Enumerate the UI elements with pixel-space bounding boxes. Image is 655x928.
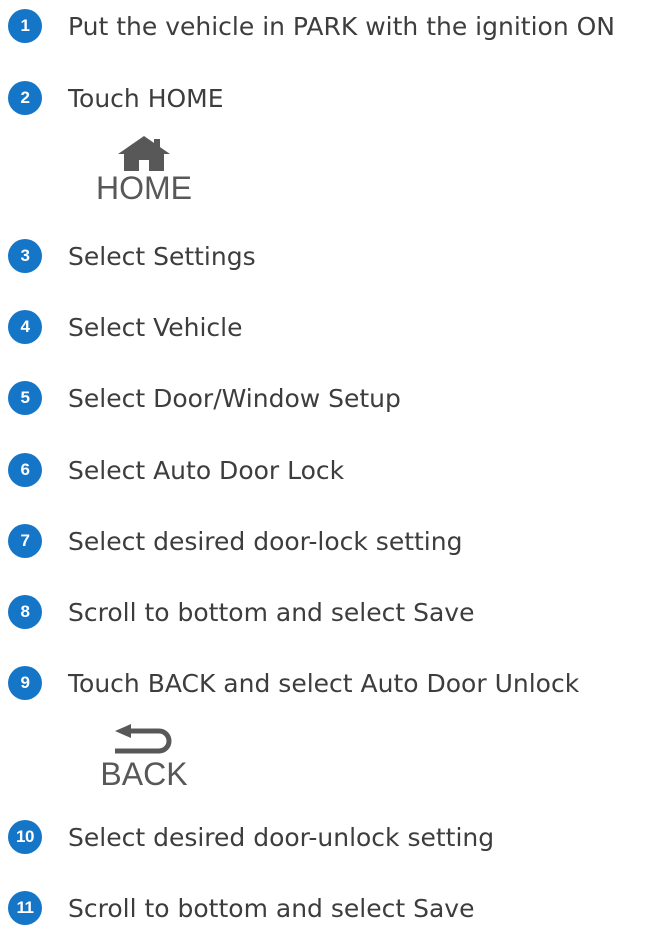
step-3: 3 Select Settings xyxy=(8,236,256,276)
step-text: Select desired door-lock setting xyxy=(68,526,463,556)
step-6: 6 Select Auto Door Lock xyxy=(8,450,344,490)
step-10: 10 Select desired door-unlock setting xyxy=(8,817,494,857)
step-number-badge: 8 xyxy=(8,595,42,629)
step-number-badge: 9 xyxy=(8,666,42,700)
step-number-badge: 2 xyxy=(8,81,42,115)
step-number-badge: 7 xyxy=(8,524,42,558)
step-text: Put the vehicle in PARK with the ignitio… xyxy=(68,11,615,41)
step-4: 4 Select Vehicle xyxy=(8,307,242,347)
step-number-badge: 10 xyxy=(8,820,42,854)
step-text: Select Auto Door Lock xyxy=(68,455,345,485)
step-text: Select Vehicle xyxy=(68,312,243,342)
step-7: 7 Select desired door-lock setting xyxy=(8,521,462,561)
step-9: 9 Touch BACK and select Auto Door Unlock xyxy=(8,663,579,703)
back-button-illustration: BACK xyxy=(84,724,204,790)
step-text: Touch BACK and select Auto Door Unlock xyxy=(68,668,580,698)
step-text: Select desired door-unlock setting xyxy=(68,822,495,852)
house-icon xyxy=(118,136,170,171)
step-text: Touch HOME xyxy=(68,83,224,113)
step-text: Select Settings xyxy=(68,241,256,271)
step-11: 11 Scroll to bottom and select Save xyxy=(8,888,474,928)
step-5: 5 Select Door/Window Setup xyxy=(8,378,401,418)
back-label: BACK xyxy=(100,756,188,792)
step-number-badge: 3 xyxy=(8,239,42,273)
step-8: 8 Scroll to bottom and select Save xyxy=(8,592,474,632)
step-number-badge: 1 xyxy=(8,9,42,43)
step-number-badge: 4 xyxy=(8,310,42,344)
return-arrow-icon xyxy=(115,724,172,754)
step-2: 2 Touch HOME xyxy=(8,78,224,118)
step-text: Scroll to bottom and select Save xyxy=(68,597,475,627)
step-number-badge: 11 xyxy=(8,891,42,925)
step-number-badge: 6 xyxy=(8,453,42,487)
step-text: Select Door/Window Setup xyxy=(68,383,401,413)
step-number-badge: 5 xyxy=(8,381,42,415)
step-1: 1 Put the vehicle in PARK with the ignit… xyxy=(8,6,615,46)
step-text: Scroll to bottom and select Save xyxy=(68,893,475,923)
home-button-illustration: HOME xyxy=(84,134,204,204)
home-label: HOME xyxy=(96,170,192,206)
